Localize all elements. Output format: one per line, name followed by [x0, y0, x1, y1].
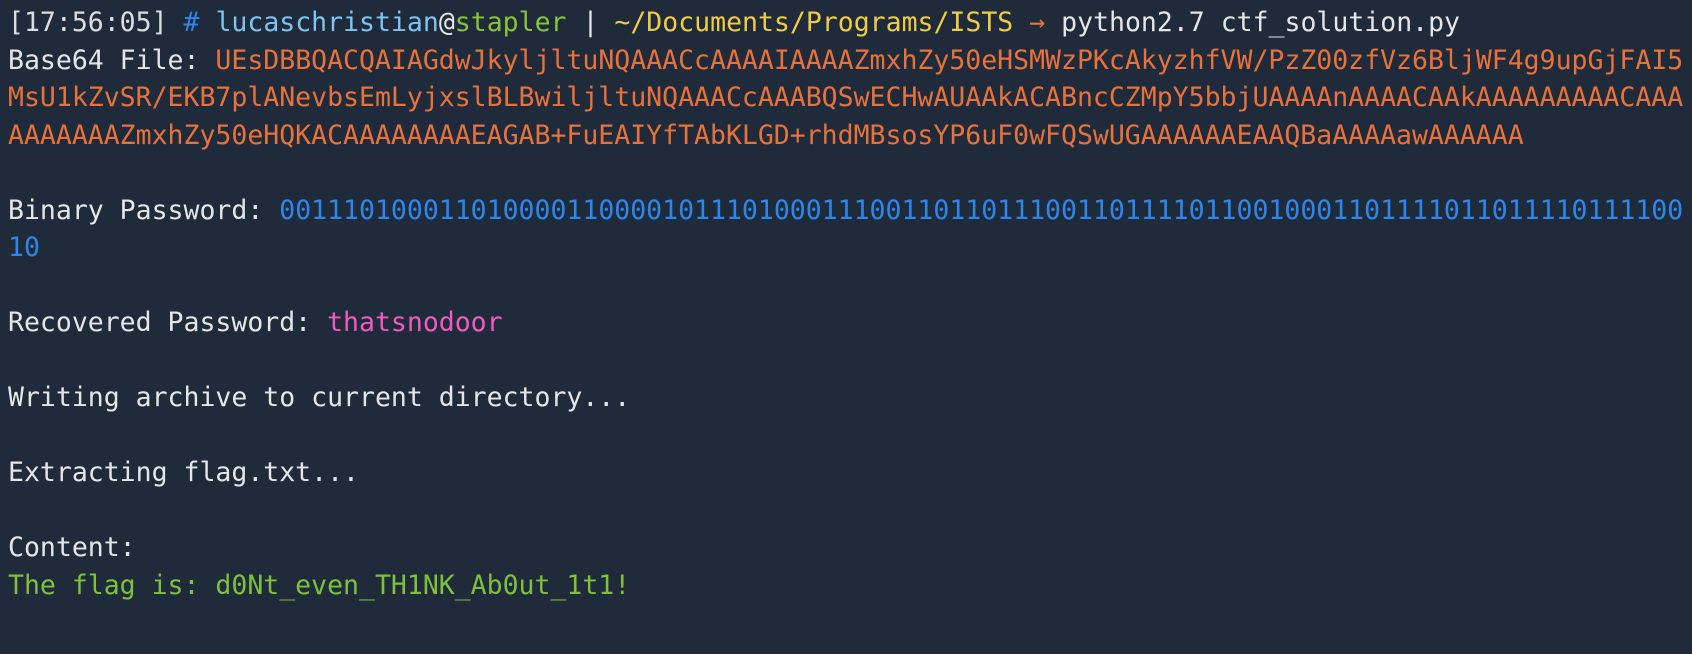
flag-line: The flag is: d0Nt_even_TH1NK_Ab0ut_1t1!	[8, 569, 631, 601]
binary-output: Binary Password: 00111010001101000011000…	[8, 192, 1692, 267]
base64-value: UEsDBBQACQAIAGdwJkyljltuNQAAACcAAAAIAAAA…	[8, 44, 1684, 151]
terminal-window[interactable]: [17:56:05] # lucaschristian@stapler | ~/…	[0, 0, 1692, 654]
base64-output: Base64 File: UEsDBBQACQAIAGdwJkyljltuNQA…	[8, 42, 1692, 155]
prompt-user: lucaschristian	[215, 7, 439, 38]
content-label: Content:	[8, 532, 136, 563]
recovered-label: Recovered Password:	[8, 307, 328, 338]
prompt-line: [17:56:05] # lucaschristian@stapler | ~/…	[8, 4, 1692, 42]
extracting-status: Extracting flag.txt...	[8, 457, 359, 488]
prompt-host: stapler	[454, 7, 567, 38]
prompt-arrow-icon: →	[1029, 7, 1046, 38]
prompt-separator: |	[582, 7, 599, 38]
recovered-output: Recovered Password: thatsnodoor	[8, 304, 1692, 342]
prompt-timestamp: [17:56:05]	[8, 7, 168, 38]
binary-label: Binary Password:	[8, 194, 280, 226]
writing-status: Writing archive to current directory...	[8, 382, 631, 413]
recovered-value: thatsnodoor	[327, 307, 503, 338]
command-text: python2.7 ctf_solution.py	[1061, 7, 1461, 38]
prompt-at: @	[438, 7, 455, 38]
prompt-path: ~/Documents/Programs/ISTS	[614, 7, 1014, 38]
prompt-hash: #	[183, 7, 200, 38]
base64-label: Base64 File:	[8, 44, 216, 76]
